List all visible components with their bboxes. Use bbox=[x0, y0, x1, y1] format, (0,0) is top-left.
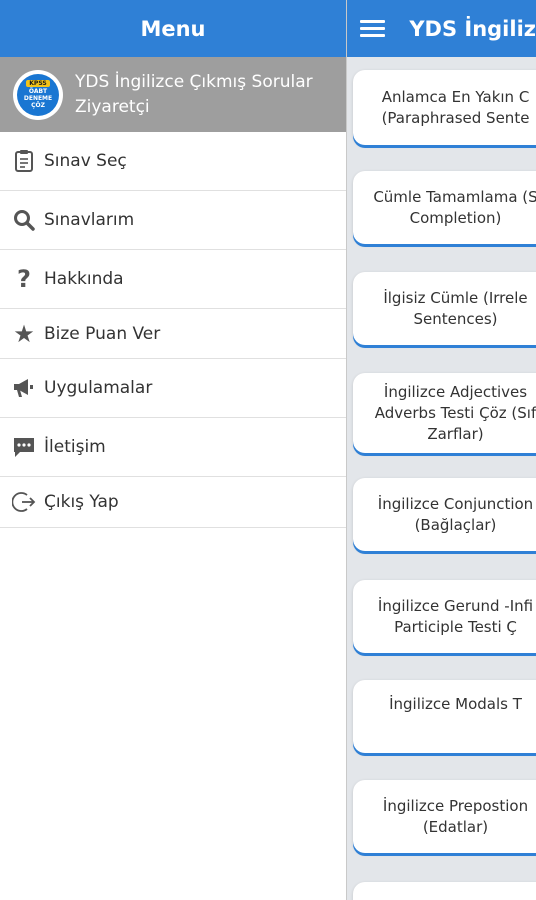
profile-name: YDS İngilizce Çıkmış Sorular bbox=[75, 71, 313, 92]
category-card[interactable]: İngilizce Modals T bbox=[353, 680, 536, 753]
menu-item-cikis-yap[interactable]: Çıkış Yap bbox=[0, 477, 346, 528]
menu-item-sinav-sec[interactable]: Sınav Seç bbox=[0, 132, 346, 191]
menu-item-hakkinda[interactable]: ? Hakkında bbox=[0, 250, 346, 309]
megaphone-icon bbox=[12, 376, 36, 400]
category-card[interactable] bbox=[353, 882, 536, 900]
app-logo: KPSS ÖABT DENEME ÇÖZ bbox=[13, 69, 63, 120]
chat-icon bbox=[12, 435, 36, 459]
card-line: Anlamca En Yakın C bbox=[381, 87, 530, 106]
logo-text: ÇÖZ bbox=[31, 102, 45, 109]
card-line: Zarflar) bbox=[427, 424, 484, 443]
clipboard-icon bbox=[12, 149, 36, 173]
card-line: İngilizce Conjunction bbox=[377, 494, 534, 513]
menu-item-sinavlarim[interactable]: Sınavlarım bbox=[0, 191, 346, 250]
app-bar: YDS İngiliz bbox=[346, 0, 536, 57]
hamburger-menu-icon[interactable] bbox=[360, 16, 386, 41]
card-line: İngilizce Prepostion bbox=[382, 796, 529, 815]
card-line: (Paraphrased Sente bbox=[381, 108, 530, 127]
card-line: İlgisiz Cümle (Irrele bbox=[383, 288, 528, 307]
card-line: İngilizce Gerund -Infi bbox=[377, 596, 534, 615]
category-card[interactable]: Cümle Tamamlama (S Completion) bbox=[353, 171, 536, 244]
drawer-title: Menu bbox=[0, 0, 346, 57]
menu-item-label: Çıkış Yap bbox=[44, 492, 119, 512]
menu-item-bize-puan-ver[interactable]: ★ Bize Puan Ver bbox=[0, 309, 346, 359]
menu-item-label: Hakkında bbox=[44, 269, 124, 289]
card-line: İngilizce Adjectives bbox=[383, 382, 528, 401]
menu-item-label: Uygulamalar bbox=[44, 378, 153, 398]
menu-item-uygulamalar[interactable]: Uygulamalar bbox=[0, 359, 346, 418]
menu-item-label: Bize Puan Ver bbox=[44, 323, 161, 344]
question-icon: ? bbox=[17, 265, 31, 293]
logo-text: DENEME bbox=[23, 95, 53, 102]
navigation-drawer: Menu KPSS ÖABT DENEME ÇÖZ YDS İngilizce … bbox=[0, 0, 347, 900]
category-card[interactable]: İngilizce Adjectives Adverbs Testi Çöz (S… bbox=[353, 373, 536, 453]
category-card[interactable]: İlgisiz Cümle (Irrele Sentences) bbox=[353, 272, 536, 345]
card-line: Cümle Tamamlama (S bbox=[373, 187, 536, 206]
menu-item-label: Sınav Seç bbox=[44, 151, 127, 171]
search-icon bbox=[12, 208, 36, 232]
category-card[interactable]: Anlamca En Yakın C (Paraphrased Sente bbox=[353, 70, 536, 145]
menu-item-label: İletişim bbox=[44, 437, 106, 457]
logo-text: KPSS bbox=[26, 80, 50, 87]
card-line: Participle Testi Ç bbox=[394, 617, 517, 636]
main-page: YDS İngiliz Anlamca En Yakın C (Paraphras… bbox=[346, 0, 536, 900]
card-line: Sentences) bbox=[413, 309, 498, 328]
menu-item-iletisim[interactable]: İletişim bbox=[0, 418, 346, 477]
app-title: YDS İngiliz bbox=[409, 16, 536, 41]
category-card[interactable]: İngilizce Prepostion (Edatlar) bbox=[353, 780, 536, 853]
category-card[interactable]: İngilizce Conjunction (Bağlaçlar) bbox=[353, 478, 536, 551]
logout-icon bbox=[12, 490, 36, 514]
card-line: (Bağlaçlar) bbox=[414, 515, 497, 534]
logo-text: ÖABT bbox=[28, 88, 48, 95]
card-line: Adverbs Testi Çöz (Sıf bbox=[374, 403, 536, 422]
star-icon: ★ bbox=[13, 319, 35, 348]
profile-header: KPSS ÖABT DENEME ÇÖZ YDS İngilizce Çıkmı… bbox=[0, 57, 346, 132]
menu-item-label: Sınavlarım bbox=[44, 210, 135, 230]
category-card[interactable]: İngilizce Gerund -Infi Participle Testi Ç bbox=[353, 580, 536, 653]
card-line: (Edatlar) bbox=[422, 817, 489, 836]
profile-role: Ziyaretçi bbox=[75, 96, 150, 117]
card-line: Completion) bbox=[409, 208, 502, 227]
card-line: İngilizce Modals T bbox=[389, 695, 522, 713]
